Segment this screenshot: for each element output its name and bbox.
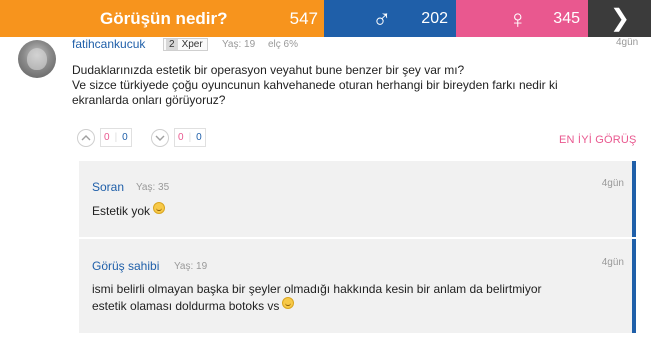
male-count: 202 — [421, 9, 448, 27]
female-symbol-icon: ♀ — [508, 3, 528, 34]
post-percent: elç 6% — [267, 39, 298, 50]
chevron-right-icon: ❯ — [610, 5, 631, 32]
reply-author[interactable]: Soran — [92, 180, 124, 194]
question-count: 547 — [289, 8, 318, 28]
question-label: Görüşün nedir? — [100, 8, 228, 28]
reply-line: estetik olaması doldurma botoks vs — [92, 299, 280, 313]
post-age: Yaş: 19 — [222, 39, 256, 50]
female-count: 345 — [553, 9, 580, 27]
upvote-counts: 0 | 0 — [100, 128, 132, 147]
next-button[interactable]: ❯ — [588, 0, 651, 37]
male-symbol-icon: ♂ — [372, 3, 392, 34]
post-username[interactable]: fatihcankucuk — [72, 37, 145, 51]
reply-text: ismi belirli olmayan başka bir şeyler ol… — [92, 281, 612, 314]
chevron-down-icon[interactable] — [151, 128, 169, 147]
upvote-male-count: 0 — [122, 132, 128, 143]
xper-level: 2 — [166, 39, 178, 50]
reply-age: Yaş: 35 — [136, 182, 170, 193]
downvote-female-count: 0 — [178, 132, 184, 143]
reply-time: 4gün — [601, 178, 624, 189]
reply-line-wrap: estetik olaması doldurma botoks vs — [92, 297, 612, 314]
reply-text-content: Estetik yok — [92, 204, 151, 218]
post-line: Dudaklarınızda estetik bir operasyon vey… — [72, 63, 465, 77]
post-time: 4gün — [616, 37, 639, 48]
best-opinion-link[interactable]: EN İYİ GÖRÜŞ — [559, 134, 637, 146]
reply-item: Soran Yaş: 35 4gün Estetik yok — [79, 161, 636, 237]
male-opinions-tab[interactable]: ♂ 202 — [324, 0, 456, 37]
smiley-icon — [153, 202, 166, 214]
reply-item: Görüş sahibi Yaş: 19 4gün ismi belirli o… — [79, 239, 636, 333]
question-tab[interactable]: Görüşün nedir? 547 — [0, 0, 324, 37]
post-meta: Yaş: 19 elç 6% — [222, 39, 308, 50]
reply-text: Estetik yok — [92, 202, 612, 219]
post-line: Ve sizce türkiyede çoğu oyuncunun kahveh… — [72, 78, 558, 92]
xper-badge: 2 Xper — [163, 38, 208, 51]
reply-line: ismi belirli olmayan başka bir şeyler ol… — [92, 282, 542, 296]
post-body: Dudaklarınızda estetik bir operasyon vey… — [72, 63, 632, 108]
upvote-group: 0 | 0 — [77, 128, 132, 147]
downvote-counts: 0 | 0 — [174, 128, 206, 147]
post-line: ekranlarda onları görüyoruz? — [72, 93, 226, 107]
smiley-icon — [282, 297, 295, 309]
upvote-female-count: 0 — [104, 132, 110, 143]
avatar[interactable] — [18, 40, 56, 78]
female-opinions-tab[interactable]: ♀ 345 — [456, 0, 588, 37]
downvote-male-count: 0 — [196, 132, 202, 143]
chevron-up-icon[interactable] — [77, 128, 95, 147]
reply-author[interactable]: Görüş sahibi — [92, 259, 159, 273]
opinion-topbar: Görüşün nedir? 547 ♂ 202 ♀ 345 ❯ — [0, 0, 651, 37]
reply-time: 4gün — [601, 257, 624, 268]
reply-age: Yaş: 19 — [174, 261, 208, 272]
downvote-group: 0 | 0 — [151, 128, 206, 147]
xper-label: Xper — [181, 39, 203, 50]
